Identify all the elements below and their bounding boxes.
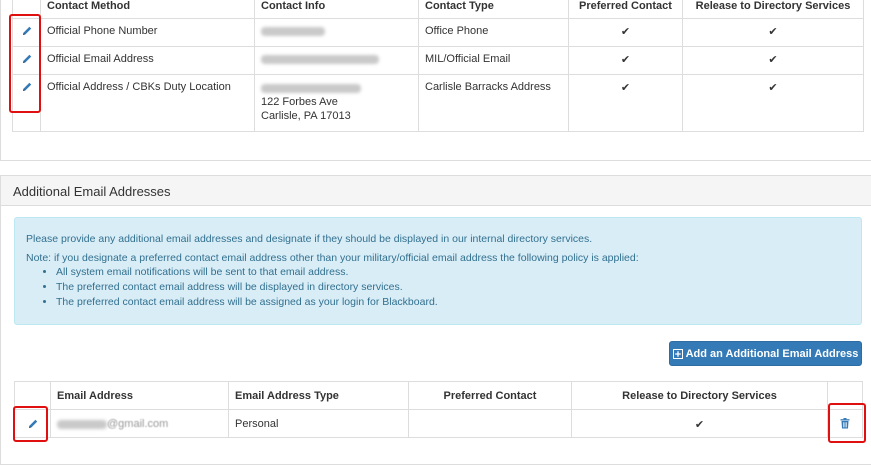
contact-method-cell: Official Email Address: [40, 46, 255, 75]
highlight-edit-column: [9, 14, 41, 113]
table-row: Official Email Address MIL/Official Emai…: [12, 46, 864, 75]
release-cell: ✔: [682, 46, 864, 75]
highlight-edit-button: [13, 406, 48, 442]
address-line: 122 Forbes Ave: [261, 96, 338, 108]
email-type-cell: Personal: [228, 409, 409, 438]
email-table: Email Address Email Address Type Preferr…: [14, 381, 863, 438]
column-header-preferred: Preferred Contact: [408, 381, 572, 410]
column-header-type: Contact Type: [418, 0, 569, 19]
additional-email-panel: Additional Email Addresses Please provid…: [0, 175, 871, 465]
preferred-cell: ✔: [568, 74, 683, 132]
column-header-release: Release to Directory Services: [682, 0, 864, 19]
policy-list: All system email notifications will be s…: [26, 266, 850, 309]
note-text: Note: if you designate a preferred conta…: [26, 252, 639, 264]
highlight-delete-button: [828, 403, 866, 443]
release-cell: ✔: [682, 18, 864, 47]
email-cell: @gmail.com: [50, 409, 229, 438]
column-header-method: Contact Method: [40, 0, 255, 19]
contact-type-cell: Carlisle Barracks Address: [418, 74, 569, 132]
plus-icon: [672, 348, 683, 359]
table-header-row: Email Address Email Address Type Preferr…: [14, 381, 863, 410]
list-item: The preferred contact email address will…: [56, 281, 850, 294]
check-icon: ✔: [620, 54, 631, 66]
list-item: The preferred contact email address will…: [56, 296, 850, 309]
contact-info-cell: [254, 18, 419, 47]
column-header-email: Email Address: [50, 381, 229, 410]
preferred-cell: ✔: [568, 18, 683, 47]
preferred-cell: [408, 409, 572, 438]
add-email-button[interactable]: Add an Additional Email Address: [669, 341, 862, 366]
panel-title: Additional Email Addresses: [1, 176, 871, 206]
check-icon: ✔: [768, 82, 778, 94]
table-row: @gmail.com Personal ✔: [14, 409, 863, 438]
check-icon: ✔: [768, 54, 778, 66]
table-row: Official Address / CBKs Duty Location 12…: [12, 74, 864, 132]
release-cell: ✔: [571, 409, 828, 438]
table-row: Official Phone Number Office Phone ✔ ✔: [12, 18, 864, 47]
contact-info-cell: 122 Forbes Ave Carlisle, PA 17013: [254, 74, 419, 132]
release-cell: ✔: [682, 74, 864, 132]
info-alert: Please provide any additional email addr…: [14, 217, 862, 325]
check-icon: ✔: [768, 26, 778, 38]
column-header-preferred: Preferred Contact: [568, 0, 683, 19]
contact-type-cell: MIL/Official Email: [418, 46, 569, 75]
check-icon: ✔: [620, 26, 631, 38]
contact-methods-table: Contact Method Contact Info Contact Type…: [12, 0, 864, 132]
table-header-row: Contact Method Contact Info Contact Type…: [12, 0, 864, 19]
redacted-email: [261, 54, 379, 64]
redacted-email-user: [57, 419, 107, 429]
preferred-cell: ✔: [568, 46, 683, 75]
check-icon: ✔: [620, 82, 631, 94]
column-header-release: Release to Directory Services: [571, 381, 828, 410]
contact-method-cell: Official Phone Number: [40, 18, 255, 47]
column-header-type: Email Address Type: [228, 381, 409, 410]
info-text: Please provide any additional email addr…: [26, 233, 593, 245]
column-header-info: Contact Info: [254, 0, 419, 19]
email-domain: @gmail.com: [107, 418, 169, 430]
contact-method-cell: Official Address / CBKs Duty Location: [40, 74, 255, 132]
address-line: Carlisle, PA 17013: [261, 110, 351, 122]
check-icon: ✔: [694, 419, 705, 431]
add-email-button-label: Add an Additional Email Address: [685, 347, 859, 360]
contact-type-cell: Office Phone: [418, 18, 569, 47]
contact-methods-panel: Contact Method Contact Info Contact Type…: [0, 0, 871, 161]
list-item: All system email notifications will be s…: [56, 266, 850, 279]
contact-info-cell: [254, 46, 419, 75]
redacted-phone: [261, 26, 325, 36]
redacted-address: [261, 83, 361, 93]
